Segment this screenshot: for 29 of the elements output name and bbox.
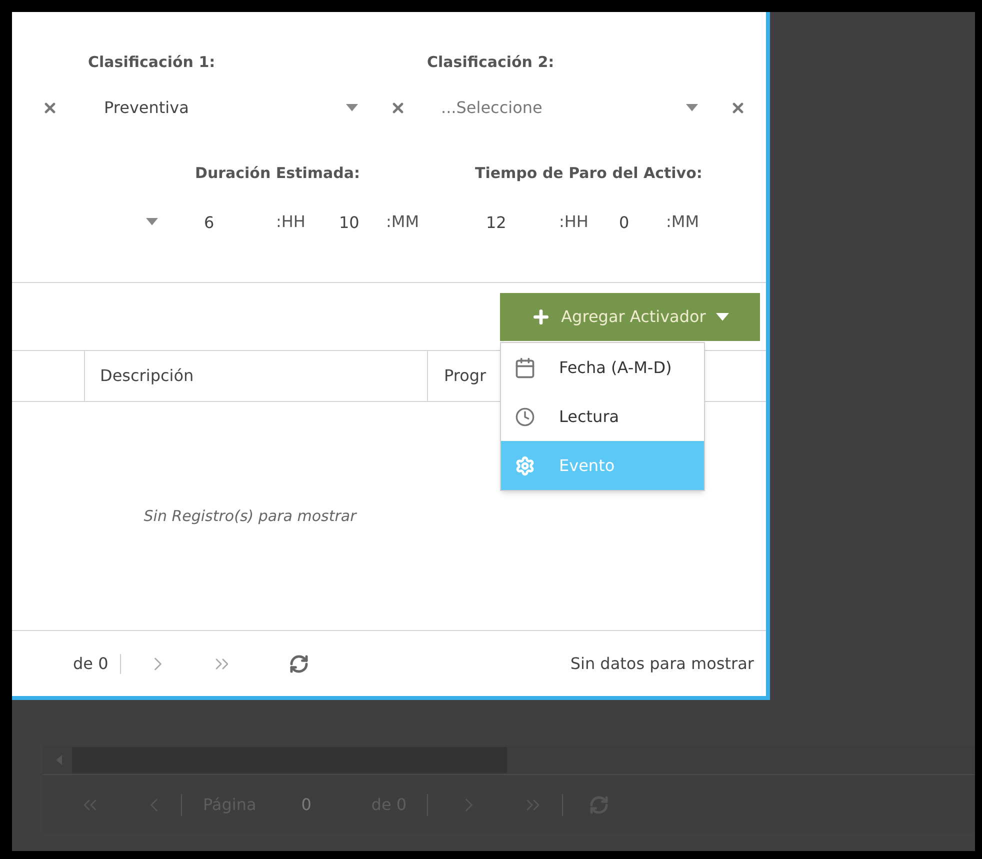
field-label: Clasificación 2: — [427, 52, 554, 73]
pager-status: Sin datos para mostrar — [570, 652, 754, 674]
clear-icon[interactable] — [730, 100, 746, 116]
caret-icon[interactable] — [716, 313, 729, 321]
clock-icon — [515, 406, 535, 426]
menu-item[interactable]: Lectura — [501, 392, 704, 441]
unit-label: :HH — [276, 211, 306, 233]
page-total: de 0 — [73, 652, 108, 674]
clear-icon[interactable] — [42, 100, 58, 116]
unit-label: :HH — [559, 211, 590, 233]
calendar-icon — [514, 356, 536, 378]
field-label: Clasificación 1: — [88, 52, 216, 73]
clear-icon[interactable] — [390, 100, 406, 116]
select-field[interactable]: ...Seleccione — [441, 96, 641, 120]
empty-message: Sin Registro(s) para mostrar — [144, 506, 356, 527]
caret-icon[interactable] — [686, 104, 698, 112]
unit-label: :MM — [666, 211, 700, 233]
header-cell[interactable]: Descripción — [85, 351, 428, 401]
select-field[interactable]: Preventiva — [104, 96, 304, 120]
caret-icon[interactable] — [146, 218, 158, 226]
caret-icon[interactable] — [346, 104, 358, 112]
refresh-icon[interactable] — [289, 654, 310, 674]
gear-icon — [515, 456, 535, 476]
unit-label: :MM — [386, 211, 420, 233]
field-label: Duración Estimada: — [195, 162, 361, 184]
field-label: Tiempo de Paro del Activo: — [475, 162, 702, 184]
plus-icon — [531, 307, 552, 327]
menu-item[interactable]: Fecha (A-M-D) — [501, 343, 704, 392]
scroll-left-icon[interactable] — [56, 754, 62, 764]
